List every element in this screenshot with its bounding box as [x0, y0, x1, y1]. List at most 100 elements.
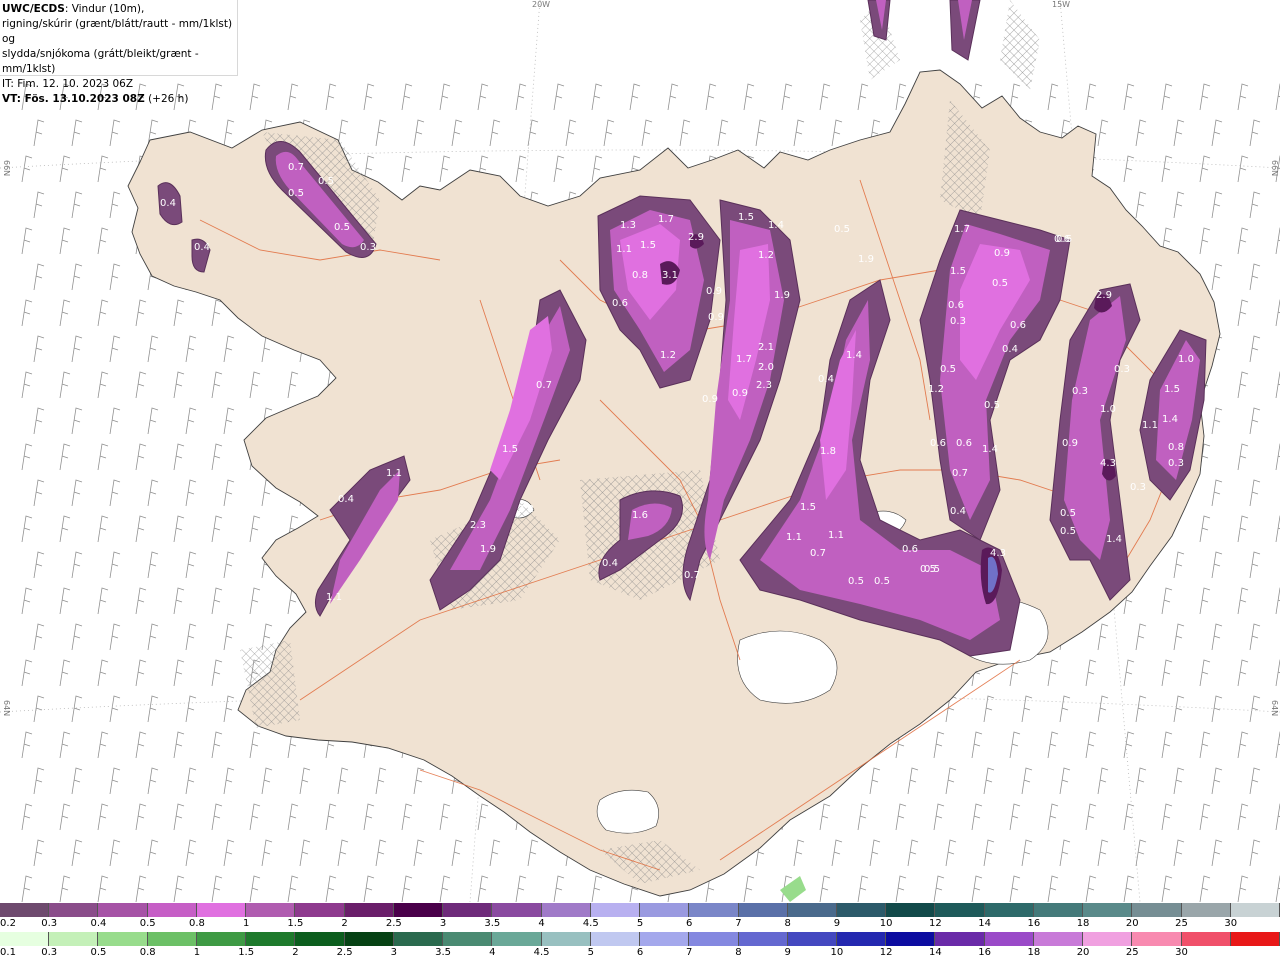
wind-barb: [71, 479, 83, 507]
wind-barb: [869, 767, 881, 795]
tk1-label: 0.2: [0, 918, 16, 929]
wind-barb: [717, 119, 729, 147]
wind-barb: [1097, 623, 1109, 651]
wind-barb: [59, 155, 71, 183]
wind-barb: [1097, 119, 1109, 147]
precip-value-label: 1.5: [738, 212, 754, 223]
wind-barb: [33, 767, 45, 795]
precip-value-label: 0.6: [612, 298, 628, 309]
precip-value-label: 1.0: [1100, 404, 1116, 415]
tk2-label: 0.1: [0, 947, 16, 958]
tk1-label: 7: [735, 918, 742, 929]
wind-barb: [109, 623, 121, 651]
precip-value-label: 1.1: [326, 592, 342, 603]
wind-barb: [1059, 839, 1071, 867]
wind-barb: [1211, 767, 1223, 795]
wind-barb: [1237, 875, 1249, 902]
wind-barb: [439, 803, 451, 831]
wind-barb: [135, 299, 147, 327]
wind-barb: [363, 83, 375, 111]
precip-value-label: 0.3: [950, 316, 966, 327]
tk2-label: 25: [1125, 947, 1139, 958]
lon-label-15w: 15W: [1052, 0, 1071, 9]
cb1-swatch: [886, 903, 936, 917]
precip-value-label: 0.7: [810, 548, 826, 559]
wind-barb: [59, 875, 71, 902]
wind-barb: [185, 479, 197, 507]
precip-value-label: 0.5: [874, 576, 890, 587]
precip-value-label: 2.0: [758, 362, 774, 373]
wind-barb: [59, 731, 71, 759]
cb1-swatch: [49, 903, 99, 917]
tk1-label: 2: [341, 918, 348, 929]
precip-value-label: 0.3: [1072, 386, 1088, 397]
wind-barb: [223, 479, 235, 507]
wind-barb: [97, 155, 109, 183]
tk1-label: 8: [784, 918, 791, 929]
wind-barb: [71, 551, 83, 579]
wind-barb: [97, 731, 109, 759]
wind-barb: [33, 623, 45, 651]
precip-value-label: 1.4: [1106, 534, 1122, 545]
tk2-label: 3: [390, 947, 398, 958]
wind-barb: [1161, 659, 1173, 687]
wind-barb: [1237, 731, 1249, 759]
precip-value-label: 0.5: [334, 222, 350, 233]
cb1-swatch: [295, 903, 345, 917]
wind-barb: [1059, 695, 1071, 723]
wind-barb: [173, 659, 185, 687]
wind-barb: [261, 479, 273, 507]
wind-barb: [299, 767, 311, 795]
wind-barb: [249, 515, 261, 543]
precip-value-label: 1.1: [828, 530, 844, 541]
product-desc-2: rigning/skúrir (grænt/blátt/rautt - mm/1…: [2, 18, 233, 45]
wind-barb: [1275, 83, 1280, 111]
precip-value-label: 1.1: [786, 532, 802, 543]
wind-barb: [1199, 515, 1211, 543]
wind-barb: [1275, 443, 1280, 471]
cb1-swatch: [738, 903, 788, 917]
wind-barb: [983, 839, 995, 867]
wind-barb: [1237, 659, 1249, 687]
wind-barb: [907, 839, 919, 867]
cb1-swatch: [935, 903, 985, 917]
wind-barb: [135, 659, 147, 687]
wind-barb: [211, 299, 223, 327]
map-canvas: 0.40.50.70.40.50.30.51.10.41.10.71.52.31…: [0, 0, 1280, 902]
cb1-swatch: [393, 903, 444, 917]
wind-barb: [439, 875, 451, 902]
wind-barb: [1199, 155, 1211, 183]
wind-barb: [1237, 299, 1249, 327]
wind-barb: [451, 839, 463, 867]
precip-value-label: 1.5: [1164, 384, 1180, 395]
wind-barb: [565, 119, 577, 147]
wind-barb: [1173, 119, 1185, 147]
tk2-label: 9: [784, 947, 791, 958]
precip-value-label: 1.9: [858, 254, 874, 265]
precip-value-label: 0.3: [1168, 458, 1184, 469]
wind-barb: [223, 695, 235, 723]
wind-barb: [21, 731, 33, 759]
wind-barb: [553, 155, 565, 183]
tk2-label: 2: [292, 947, 299, 958]
cb2-swatch: [98, 932, 148, 946]
precip-value-label: 2.9: [688, 232, 704, 243]
cb1-swatch: [147, 903, 197, 917]
tk1-label: 30: [1224, 918, 1238, 929]
precip-value-label: 0.7: [536, 380, 552, 391]
wind-barb: [211, 875, 223, 902]
wind-barb: [1161, 83, 1173, 111]
wind-barb: [983, 767, 995, 795]
tk1-label: 0.4: [90, 918, 107, 929]
wind-barb: [945, 767, 957, 795]
wind-barb: [1275, 227, 1280, 255]
wind-barb: [1059, 767, 1071, 795]
tk2-label: 10: [830, 947, 844, 958]
wind-barb: [971, 875, 983, 902]
wind-barb: [1135, 767, 1147, 795]
wind-barb: [109, 407, 121, 435]
wind-barb: [1249, 767, 1261, 795]
wind-barb: [819, 875, 831, 902]
wind-barb: [97, 443, 109, 471]
precip-value-label: 0.6: [948, 300, 964, 311]
